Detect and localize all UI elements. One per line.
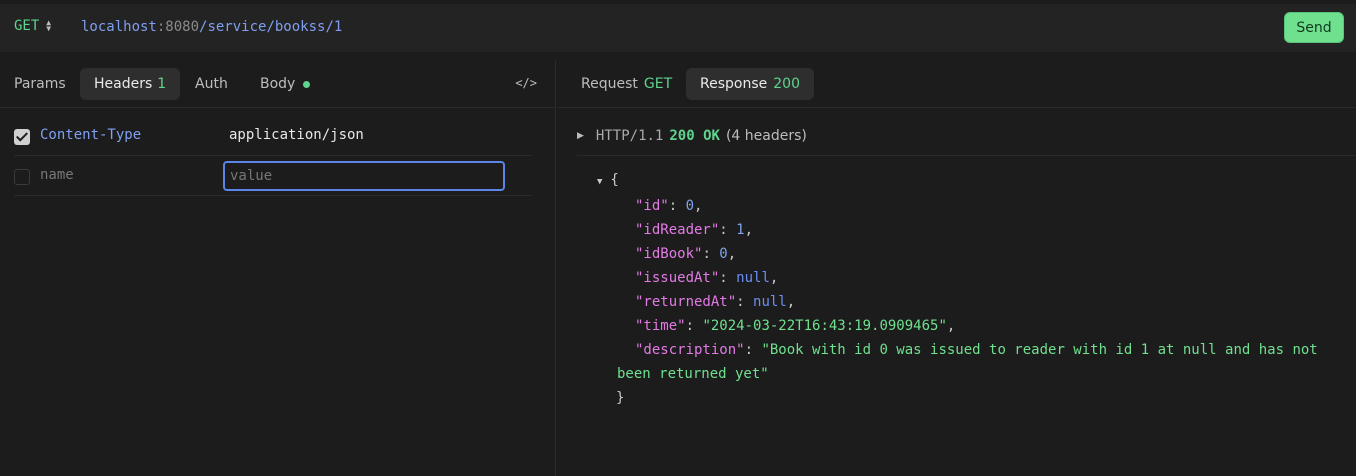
response-status-badge: 200 <box>773 76 800 92</box>
header-enabled-checkbox[interactable] <box>14 129 30 145</box>
json-value: 0 <box>719 246 728 262</box>
json-line-time: "time": "2024-03-22T16:43:19.0909465", <box>635 318 956 334</box>
tab-headers-label: Headers <box>94 76 153 92</box>
headers-count-badge: 1 <box>157 76 167 92</box>
tab-body-label: Body <box>260 76 296 92</box>
json-line-issuedAt: "issuedAt": null, <box>635 270 779 286</box>
request-pane: Params Headers 1 Auth Body </> Content-Ty… <box>0 60 556 476</box>
json-value: null <box>753 294 787 310</box>
http-protocol: HTTP/1.1 <box>595 128 664 144</box>
url-host: localhost <box>81 19 157 35</box>
header-row: Content-Type application/json <box>14 116 532 156</box>
collapse-triangle-icon[interactable]: ▼ <box>597 177 602 187</box>
request-bar: GET ▲ ▼ localhost:8080/service/bookss/1 S… <box>0 4 1356 52</box>
new-header-name-input[interactable]: name <box>40 167 74 183</box>
header-count: (4 headers) <box>725 128 807 144</box>
json-open-line: ▼{ <box>597 168 1337 194</box>
tab-params[interactable]: Params <box>0 68 80 100</box>
json-line-id: "id": 0, <box>635 198 703 214</box>
json-line-returnedAt: "returnedAt": null, <box>635 294 796 310</box>
json-line-idBook: "idBook": 0, <box>635 246 737 262</box>
json-value: null <box>736 270 770 286</box>
json-close-line: } <box>597 386 1337 410</box>
response-status-line[interactable]: ▶ HTTP/1.1 200 OK (4 headers) <box>577 128 807 144</box>
json-key: "idReader" <box>635 222 720 238</box>
expand-triangle-icon: ▶ <box>577 131 584 141</box>
json-key: "time" <box>635 318 686 334</box>
tab-request[interactable]: Request GET <box>567 68 686 100</box>
tab-headers[interactable]: Headers 1 <box>80 68 181 100</box>
json-key: "issuedAt" <box>635 270 720 286</box>
response-body-json: ▼{ "id": 0, "idReader": 1, "idBook": 0, … <box>597 168 1337 410</box>
tab-params-label: Params <box>14 76 66 92</box>
json-open-brace: { <box>610 172 619 188</box>
json-close-brace: } <box>616 390 625 406</box>
divider <box>577 155 1356 156</box>
request-tabs: Params Headers 1 Auth Body </> <box>0 60 555 108</box>
json-key: "description" <box>635 342 745 358</box>
tab-request-label: Request <box>581 76 638 92</box>
json-key: "id" <box>635 198 669 214</box>
json-value: "2024-03-22T16:43:19.0909465" <box>702 318 947 334</box>
tab-response[interactable]: Response 200 <box>686 68 814 100</box>
url-input[interactable]: localhost:8080/service/bookss/1 <box>81 19 342 35</box>
new-header-row: name <box>14 156 532 196</box>
tab-auth-label: Auth <box>195 76 228 92</box>
header-name[interactable]: Content-Type <box>40 127 141 143</box>
json-key: "returnedAt" <box>635 294 737 310</box>
new-header-checkbox[interactable] <box>14 169 30 185</box>
chevron-updown-icon: ▲ ▼ <box>46 18 52 33</box>
tab-response-label: Response <box>700 76 768 92</box>
url-port: 8080 <box>165 19 200 35</box>
json-value: 0 <box>685 198 695 214</box>
body-indicator-dot <box>303 80 311 88</box>
send-button[interactable]: Send <box>1284 12 1344 43</box>
method-select[interactable]: GET ▲ ▼ <box>14 18 51 34</box>
json-key: "idBook" <box>635 246 703 262</box>
url-path: /service/bookss/1 <box>199 19 343 35</box>
new-header-value-input[interactable] <box>223 161 505 191</box>
response-tabs: Request GET Response 200 <box>557 60 1356 108</box>
header-value[interactable]: application/json <box>229 127 364 143</box>
request-method-badge: GET <box>643 76 673 92</box>
tab-auth[interactable]: Auth <box>181 68 242 100</box>
response-pane: Request GET Response 200 ▶ HTTP/1.1 200 OK… <box>557 60 1356 476</box>
json-line-description: "description": "Book with id 0 was issue… <box>617 342 1318 382</box>
json-line-idReader: "idReader": 1, <box>635 222 754 238</box>
tab-body[interactable]: Body <box>246 68 324 100</box>
status-code: 200 OK <box>669 128 720 144</box>
json-value: 1 <box>736 222 745 238</box>
method-label: GET <box>14 18 40 34</box>
code-icon[interactable]: </> <box>515 76 537 90</box>
